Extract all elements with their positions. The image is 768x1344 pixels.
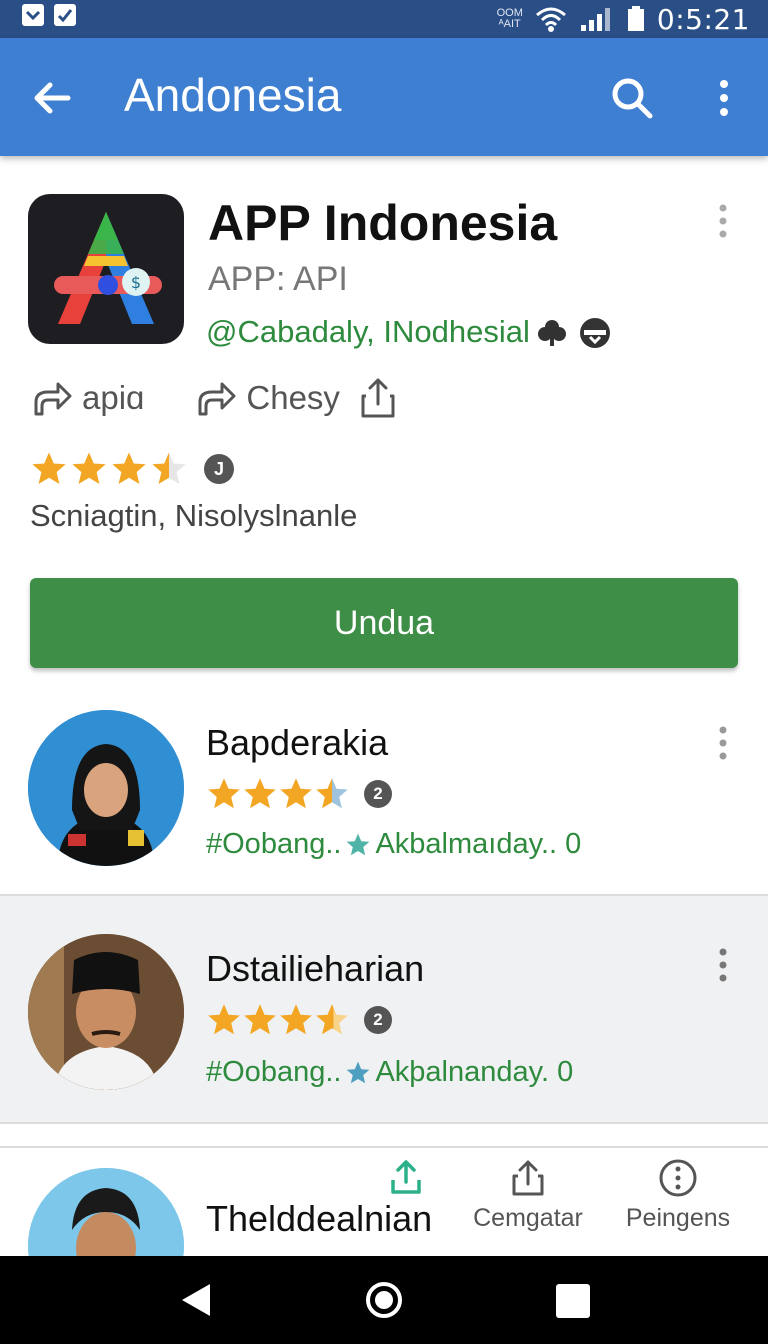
star-half-icon	[316, 778, 348, 809]
share-icon[interactable]	[358, 376, 398, 420]
bottom-action-bar: Cemgatar Peingens	[391, 1152, 768, 1256]
list-item-meta: #Oobang.. Akþalnanday. 0	[206, 1056, 574, 1088]
system-nav-bar	[0, 1256, 768, 1344]
more-circle-icon	[659, 1159, 697, 1197]
star-full-icon	[208, 1004, 240, 1035]
share-arrow-icon	[34, 382, 72, 416]
leaf-icon	[538, 320, 566, 346]
clock: 0:5:21	[656, 2, 750, 36]
action-chesy-label: Chesy	[246, 379, 340, 416]
notification-icon	[22, 4, 44, 26]
action-chesy-button[interactable]: Chesy	[194, 376, 340, 420]
action-apia-label: apiɑ	[82, 379, 145, 416]
star-full-icon	[112, 452, 146, 485]
info-badge[interactable]: J	[204, 454, 234, 484]
app-rating: J	[30, 450, 234, 488]
app-logo: $	[28, 194, 184, 344]
share-icon	[512, 1160, 544, 1196]
app-toolbar: Andonesia	[0, 38, 768, 156]
avatar	[28, 934, 184, 1090]
peingens-button[interactable]: Peingens	[616, 1158, 740, 1233]
arrow-back-icon[interactable]	[30, 76, 74, 120]
svg-text:$: $	[131, 273, 141, 292]
action-apia-button[interactable]: apiɑ	[30, 376, 144, 420]
list-item-name: Dstailieharian	[206, 948, 425, 989]
wifi-icon	[535, 7, 566, 32]
list-item-name: Bapderakia	[206, 722, 389, 763]
toolbar-title: Andonesia	[124, 69, 342, 121]
star-half-icon	[316, 1004, 348, 1035]
share-arrow-icon	[198, 382, 236, 416]
more-vert-icon[interactable]	[706, 76, 742, 120]
list-item[interactable]: Dstailieharian 2 #Oobang.. Akþalnanday. …	[0, 896, 768, 1124]
star-full-icon	[32, 452, 66, 485]
star-full-icon	[208, 778, 240, 809]
peingens-label: Peingens	[625, 1204, 731, 1232]
nav-recents-icon[interactable]	[556, 1284, 590, 1318]
list-item-rating: 2	[206, 1002, 392, 1038]
star-half-icon	[152, 452, 186, 485]
nav-home-icon[interactable]	[364, 1280, 404, 1320]
star-full-icon	[244, 778, 276, 809]
list-item-more-icon[interactable]	[712, 724, 734, 764]
nav-back-icon[interactable]	[178, 1282, 214, 1318]
star-full-icon	[280, 778, 312, 809]
app-more-icon[interactable]	[712, 202, 734, 242]
star-full-icon	[72, 452, 106, 485]
app-title: APP Indonesia	[208, 195, 558, 251]
app-subtitle: APP: API	[208, 260, 348, 298]
task-check-icon	[54, 4, 76, 26]
list-item-meta: #Oobang.. Akbalmaıday.. 0	[206, 828, 582, 860]
info-badge: 2	[364, 1006, 392, 1034]
upload-button[interactable]	[366, 1158, 446, 1202]
network-type-label: OOM ᴬAIT	[496, 7, 523, 30]
list-item-more-icon[interactable]	[712, 946, 734, 986]
badge-icon	[580, 318, 610, 348]
app-category: Scniagtin, Nisolyslnanle	[30, 498, 358, 533]
developer-link[interactable]: @Cabadaly, INodhesial	[206, 314, 530, 350]
cemgatar-button[interactable]: Cemgatar	[466, 1158, 590, 1233]
list-item-name: Thelddealnian	[206, 1198, 433, 1239]
info-badge: 2	[364, 780, 392, 808]
status-bar: OOM ᴬAIT 0:5:21	[0, 0, 768, 38]
star-full-icon	[244, 1004, 276, 1035]
search-icon[interactable]	[608, 74, 656, 122]
list-item[interactable]: Bapderakia 2 #Oobang.. Akbalmaıday.. 0	[0, 700, 768, 896]
star-full-icon	[280, 1004, 312, 1035]
star-teal-icon	[347, 833, 370, 855]
list-item-rating: 2	[206, 776, 392, 812]
cemgatar-label: Cemgatar	[473, 1204, 583, 1232]
upload-icon	[391, 1160, 421, 1194]
signal-icon	[580, 8, 610, 31]
star-teal-icon	[347, 1061, 370, 1083]
battery-icon	[627, 6, 644, 31]
avatar	[28, 710, 184, 866]
install-button[interactable]: Undua	[30, 578, 738, 668]
